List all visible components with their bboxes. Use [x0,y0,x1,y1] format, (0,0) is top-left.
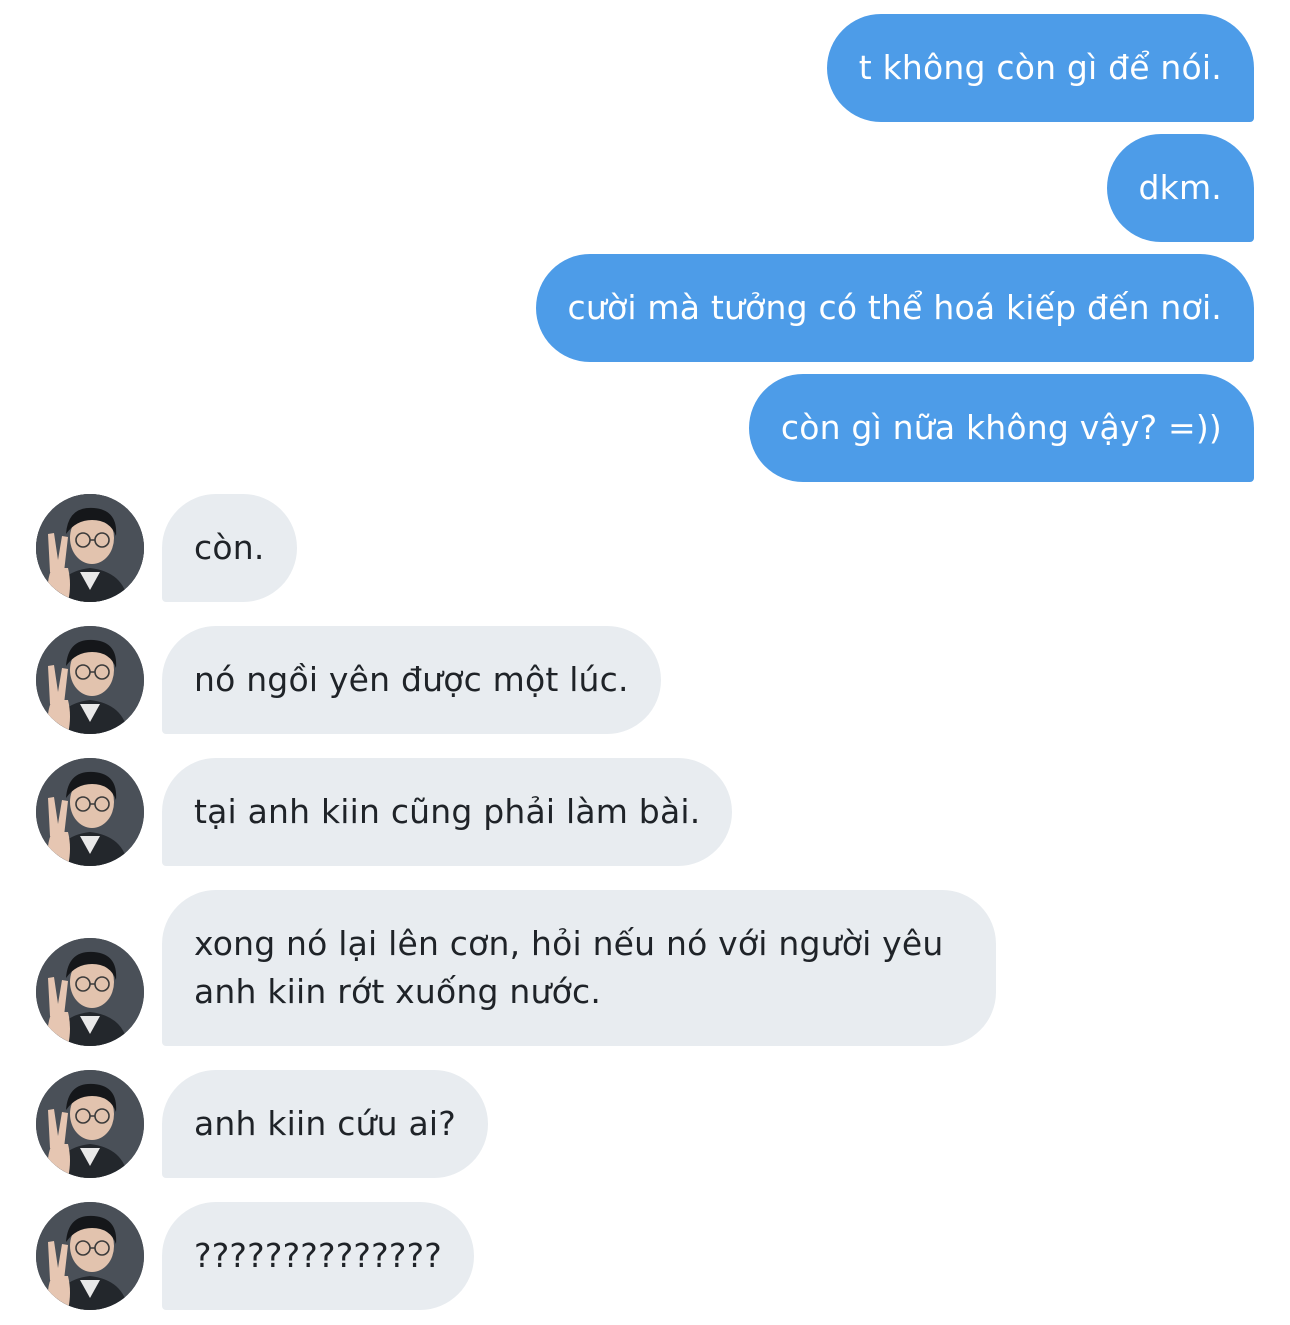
message-text: ?????????????? [194,1236,443,1275]
message-text: còn gì nữa không vậy? =)) [780,408,1222,447]
contact-avatar-icon[interactable] [36,626,144,734]
sent-message-bubble[interactable]: dkm. [1106,134,1254,242]
message-text: nó ngồi yên được một lúc. [194,660,629,699]
contact-avatar-icon[interactable] [36,494,144,602]
sent-message-bubble[interactable]: cười mà tưởng có thể hoá kiếp đến nơi. [535,254,1254,362]
contact-avatar-icon[interactable] [36,938,144,1046]
message-text: dkm. [1138,168,1222,207]
contact-avatar-icon[interactable] [36,758,144,866]
sent-message-bubble[interactable]: còn gì nữa không vậy? =)) [748,374,1254,482]
contact-avatar-icon[interactable] [36,1202,144,1310]
received-message-bubble[interactable]: tại anh kiin cũng phải làm bài. [162,758,733,866]
received-message-bubble[interactable]: anh kiin cứu ai? [162,1070,488,1178]
message-text: cười mà tưởng có thể hoá kiếp đến nơi. [567,288,1222,327]
message-thread[interactable]: t không còn gì để nói. dkm. cười mà tưởn… [0,0,1290,1325]
message-text: t không còn gì để nói. [858,48,1222,87]
sent-message-bubble[interactable]: t không còn gì để nói. [826,14,1254,122]
received-message-bubble[interactable]: nó ngồi yên được một lúc. [162,626,661,734]
received-message-bubble[interactable]: xong nó lại lên cơn, hỏi nếu nó với ngườ… [162,890,996,1046]
received-message-bubble[interactable]: ?????????????? [162,1202,475,1310]
message-text: anh kiin cứu ai? [194,1104,456,1143]
contact-avatar-icon[interactable] [36,1070,144,1178]
message-text: xong nó lại lên cơn, hỏi nếu nó với ngườ… [194,924,944,1011]
message-text: tại anh kiin cũng phải làm bài. [194,792,701,831]
received-message-bubble[interactable]: còn. [162,494,297,602]
message-text: còn. [194,528,265,567]
